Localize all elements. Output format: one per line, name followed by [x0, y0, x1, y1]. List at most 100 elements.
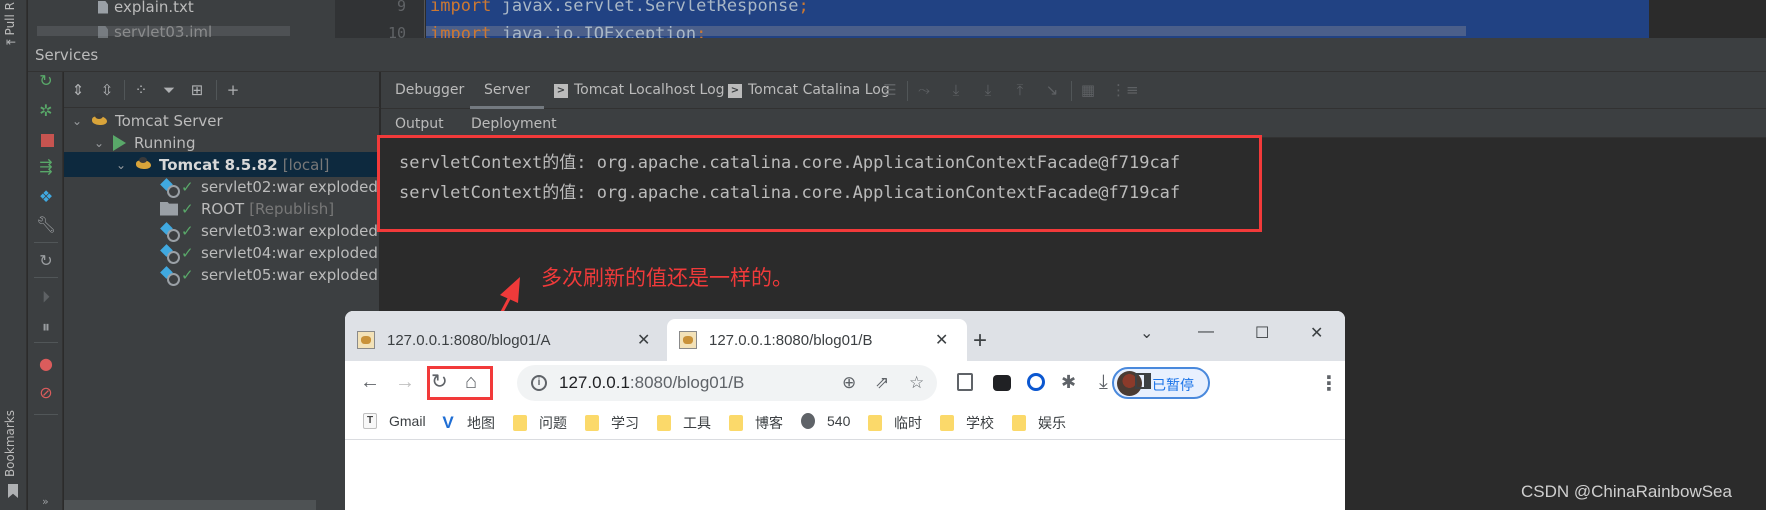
- bookmark-folder[interactable]: 工具: [657, 413, 711, 433]
- services-tree-panel: ⇕ ⇳ ⁘ ⏷ ⊞ + ⌄ Tomcat Server ⌄ Running ⌄ …: [64, 72, 380, 510]
- settings-wrench-icon[interactable]: 🔧︎: [36, 216, 56, 234]
- subtab-deployment[interactable]: Deployment: [471, 116, 557, 132]
- chevron-down-icon[interactable]: ⌄: [71, 115, 83, 127]
- step-over-icon[interactable]: ⤓: [947, 81, 965, 99]
- tab-search-button[interactable]: ⌄: [1140, 323, 1153, 343]
- console-log-icon: >: [554, 84, 568, 98]
- horizontal-scrollbar[interactable]: [64, 500, 316, 510]
- forward-button[interactable]: →: [395, 371, 415, 393]
- debug-icon[interactable]: ✲: [37, 102, 55, 120]
- extension-a-icon[interactable]: [1027, 373, 1045, 391]
- globe-icon: [801, 413, 815, 429]
- side-panel-icon[interactable]: [1135, 373, 1151, 389]
- file-name: explain.txt: [114, 0, 194, 16]
- bookmark-folder[interactable]: 娱乐: [1012, 413, 1066, 433]
- services-header: Services: [28, 38, 1766, 72]
- tomcat-favicon: [357, 331, 375, 349]
- expand-all-icon[interactable]: ⇕: [69, 81, 87, 99]
- group-by-icon[interactable]: ⁘: [132, 81, 150, 99]
- browser-menu-icon[interactable]: ⋮: [1319, 371, 1339, 396]
- page-content[interactable]: [345, 441, 1345, 510]
- tampermonkey-extension-icon[interactable]: [993, 375, 1011, 391]
- check-icon: ✓: [181, 199, 194, 218]
- watermark: CSDN @ChinaRainbowSea: [1521, 482, 1732, 501]
- refresh-icon[interactable]: ↻: [37, 252, 55, 270]
- close-tab-icon[interactable]: ✕: [935, 330, 948, 350]
- collapse-all-icon[interactable]: ⇳: [98, 81, 116, 99]
- node-label: Tomcat Server: [115, 111, 223, 130]
- chevron-down-icon[interactable]: ⌄: [93, 137, 105, 149]
- pull-requests-tab[interactable]: Pull R: [3, 2, 17, 35]
- resume-icon[interactable]: ⏵: [37, 288, 55, 306]
- mute-breakpoints-icon[interactable]: ⊘: [37, 384, 55, 402]
- tab-server[interactable]: Server: [470, 72, 544, 109]
- subtab-output[interactable]: Output: [387, 116, 458, 138]
- rerun-icon[interactable]: ↻: [37, 72, 55, 90]
- check-icon: ✓: [181, 221, 194, 240]
- artifact-icon[interactable]: ❖: [37, 188, 55, 206]
- zoom-icon[interactable]: ⊕: [842, 373, 856, 393]
- folder-icon: [940, 415, 954, 431]
- tab-debugger[interactable]: Debugger: [395, 72, 464, 109]
- step-into-icon[interactable]: ⤓: [979, 81, 997, 99]
- bookmark-item[interactable]: 540: [801, 413, 850, 429]
- evaluate-expression-icon[interactable]: ▦: [1079, 81, 1097, 99]
- tab-tomcat-localhost-log[interactable]: > Tomcat Localhost Log: [554, 72, 725, 109]
- node-label: servlet02:war exploded: [201, 177, 378, 196]
- bookmark-star-icon[interactable]: ☆: [909, 373, 924, 393]
- highlight-box-reload: [427, 366, 493, 400]
- profile-button[interactable]: 已暂停: [1112, 367, 1210, 399]
- running-icon: [113, 134, 126, 151]
- more-actions-button[interactable]: »: [42, 495, 49, 508]
- downloads-icon[interactable]: ⤓: [1099, 370, 1108, 392]
- tabs-overflow-icon[interactable]: ☰: [881, 81, 899, 99]
- bookmark-folder[interactable]: 博客: [729, 413, 783, 433]
- extensions-puzzle-icon[interactable]: ✱: [1061, 371, 1076, 393]
- tree-node-artifact[interactable]: ✓ servlet05:war exploded: [64, 262, 380, 287]
- browser-tab[interactable]: 127.0.0.1:8080/blog01/A ✕: [345, 319, 667, 361]
- deploy-icon[interactable]: ⇶: [37, 158, 55, 176]
- bookmark-folder[interactable]: 问题: [513, 413, 567, 433]
- code-editor[interactable]: import javax.servlet.ServletResponse; im…: [426, 0, 1649, 38]
- site-info-icon[interactable]: i: [531, 375, 547, 391]
- address-bar[interactable]: i 127.0.0.1:8080/blog01/B ⊕ ⇗ ☆: [517, 365, 937, 401]
- pause-icon[interactable]: ⏸︎: [37, 318, 55, 336]
- show-execution-point-icon[interactable]: ⤳: [915, 81, 933, 99]
- details-tabs: Debugger Server > Tomcat Localhost Log >…: [381, 72, 1766, 109]
- add-service-icon[interactable]: +: [224, 81, 242, 99]
- console-log-icon: >: [728, 84, 742, 98]
- bookmarks-tab[interactable]: Bookmarks: [3, 410, 17, 477]
- project-file[interactable]: explain.txt: [98, 0, 194, 16]
- maximize-button[interactable]: ☐: [1255, 323, 1269, 343]
- step-out-icon[interactable]: ⤒: [1011, 81, 1029, 99]
- filter-icon[interactable]: ⏷: [160, 81, 178, 99]
- run-to-cursor-icon[interactable]: ↘: [1043, 81, 1061, 99]
- services-title: Services: [35, 46, 99, 64]
- node-label: ROOT: [201, 199, 245, 218]
- bookmark-item[interactable]: V 地图: [441, 413, 495, 433]
- close-window-button[interactable]: ✕: [1310, 323, 1323, 343]
- browser-tab-active[interactable]: 127.0.0.1:8080/blog01/B ✕: [667, 319, 967, 361]
- trace-current-stream-icon[interactable]: ⋮≡: [1111, 81, 1139, 99]
- tab-tomcat-catalina-log[interactable]: > Tomcat Catalina Log: [728, 72, 890, 109]
- node-label: Tomcat 8.5.82: [159, 155, 278, 174]
- bookmark-item[interactable]: T Gmail: [363, 413, 426, 429]
- minimize-button[interactable]: —: [1198, 323, 1214, 341]
- new-tab-button[interactable]: +: [973, 329, 987, 353]
- bookmark-folder[interactable]: 临时: [868, 413, 922, 433]
- share-icon[interactable]: ⇗: [875, 373, 889, 393]
- bookmark-folder[interactable]: 学校: [940, 413, 994, 433]
- editor-blank-area: [1649, 0, 1766, 38]
- view-breakpoints-icon[interactable]: ●: [37, 355, 55, 373]
- tool-window-stripe: Pull R ⇤ Bookmarks: [0, 0, 27, 510]
- back-button[interactable]: ←: [360, 371, 380, 393]
- bookmark-folder[interactable]: 学习: [585, 413, 639, 433]
- highlight-box-output: [377, 135, 1262, 232]
- url-text[interactable]: 127.0.0.1:8080/blog01/B: [559, 373, 744, 393]
- toolbar-separator: [907, 81, 908, 101]
- chevron-down-icon[interactable]: ⌄: [115, 159, 127, 171]
- close-tab-icon[interactable]: ✕: [637, 330, 650, 350]
- new-tab-icon[interactable]: ⊞: [188, 81, 206, 99]
- reading-mode-extension-icon[interactable]: [957, 373, 973, 391]
- stop-icon[interactable]: [41, 134, 54, 147]
